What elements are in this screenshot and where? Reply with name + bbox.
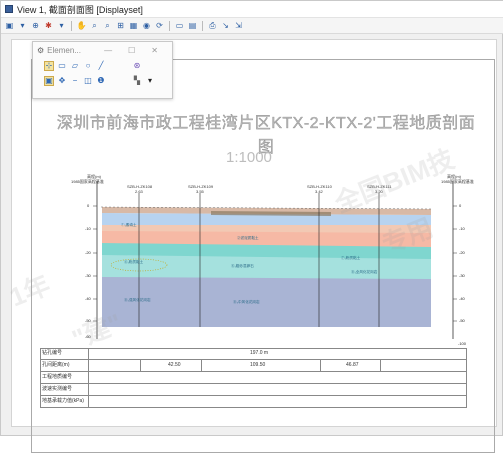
y-tick-label: -20 [85,250,91,255]
table-cell: 197.0 m [250,350,269,356]
svg-text:①₁素填土: ①₁素填土 [121,222,137,227]
table-row-label: 波速实测编号 [42,386,73,392]
borehole-elev: 3.42 [315,189,323,194]
svg-text:⑧₁全风化花岗岩: ⑧₁全风化花岗岩 [351,269,378,274]
minimize-button[interactable]: — [104,46,112,55]
y-tick-label: -60 [85,334,91,339]
palette-icon: ⚙ [37,45,45,55]
y-tick-label: -50 [85,318,91,323]
image-tool-icon[interactable]: ▣ [44,75,54,86]
y-tick-label: -30 [459,273,465,278]
y-tick-label: -100 [458,341,467,346]
palette-row-2: ▣ ✥ − ◫ ❶ ▚ ▾ [33,73,172,88]
svg-text:⑥₁粗砂混卵石: ⑥₁粗砂混卵石 [231,263,254,268]
y-tick-label: 0 [87,203,90,208]
palette-row-1: ⊹ ▭ ▱ ○ ╱ ⊛ [33,58,172,73]
palette-title: Elemen... [47,45,81,55]
line-tool-icon[interactable]: ╱ [96,61,106,71]
borehole-elev: 3.55 [196,189,204,194]
table-cell: 46.87 [346,362,359,368]
left-axis-sub: 1985国家高程基准 [71,179,104,184]
move-tool-icon[interactable]: ✥ [57,76,67,86]
table-row: 工程地质编号 [40,372,467,384]
table-row-label: 地基承载力值(kPa) [42,398,84,404]
circle-tool-icon[interactable]: ○ [83,61,93,71]
select-tool-icon[interactable]: ⊹ [44,60,54,71]
table-cell: 109.50 [250,362,266,368]
table-cell: 42.50 [168,362,181,368]
y-tick-label: -30 [85,273,91,278]
table-row: 孔间距离(m) 42.50 109.50 46.87 [40,360,467,372]
y-tick-label: -50 [459,318,465,323]
borehole-data-table: 钻孔编号 197.0 m 孔间距离(m) 42.50 109.50 46.87 … [40,348,467,408]
table-row: 地基承载力值(kPa) [40,396,467,408]
y-tick-label: -40 [459,296,465,301]
table-row: 波速实测编号 [40,384,467,396]
svg-text:⑦₁粉质黏土: ⑦₁粉质黏土 [341,255,361,260]
table-row-label: 钻孔编号 [42,350,63,356]
svg-text:②淤泥质黏土: ②淤泥质黏土 [237,235,259,240]
app-window: View 1, 截面剖面图 [Displayset] ▣ ▾ ⊕ ✱ ▾ ✋ ⌕… [0,0,503,453]
minus-tool-icon[interactable]: − [70,76,80,86]
parallelogram-tool-icon[interactable]: ▱ [70,61,80,71]
y-tick-label: -10 [85,226,91,231]
right-axis-sub: 1985国家高程基准 [441,179,474,184]
filter-icon[interactable]: ⊛ [132,61,142,71]
maximize-button[interactable]: ☐ [128,46,135,55]
info-tool-icon[interactable]: ❶ [96,76,106,86]
y-tick-label: -10 [459,226,465,231]
element-palette: ⚙ Elemen... — ☐ ✕ ⊹ ▭ ▱ ○ ╱ ⊛ ▣ ✥ − ◫ ❶ … [32,41,173,99]
table-row-label: 工程地质编号 [42,374,73,380]
borehole-elev: 2.63 [135,189,143,194]
borehole-elev: 3.20 [375,189,383,194]
palette-header[interactable]: ⚙ Elemen... — ☐ ✕ [33,42,172,58]
close-button[interactable]: ✕ [151,46,158,55]
svg-text:④₁粉质黏土: ④₁粉质黏土 [124,259,144,264]
expand-icon[interactable]: ▾ [145,76,155,86]
svg-text:⑧₂强风化花岗岩: ⑧₂强风化花岗岩 [124,297,151,302]
svg-text:⑧₃中风化花岗岩: ⑧₃中风化花岗岩 [233,299,260,304]
y-tick-label: 0 [459,203,462,208]
y-tick-label: -40 [85,296,91,301]
y-tick-label: -20 [459,250,465,255]
paint-icon[interactable]: ▚ [132,76,142,86]
rectangle-tool-icon[interactable]: ▭ [57,61,67,71]
cube-tool-icon[interactable]: ◫ [83,76,93,86]
table-row: 钻孔编号 197.0 m [40,348,467,360]
table-row-label: 孔间距离(m) [42,362,70,368]
